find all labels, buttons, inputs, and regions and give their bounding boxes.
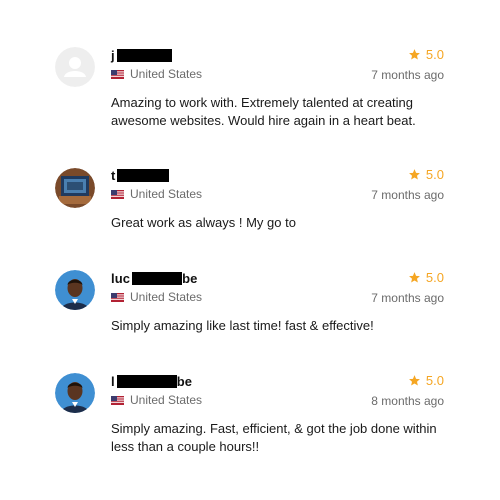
country-label: United States [130,67,203,81]
star-icon [409,271,420,282]
review-text: Amazing to work with. Extremely talented… [111,95,416,128]
name-redaction [132,271,183,285]
rating-value: 5.0 [425,166,444,182]
avatar[interactable] [55,270,95,310]
name-redaction [117,168,170,182]
reviewer-name-suffix: be [176,373,193,389]
rating: 5.0 [408,46,444,62]
reviewer-name[interactable]: j [111,47,172,63]
review-text: Simply amazing. Fast, efficient, & got t… [111,421,437,454]
us-flag-icon [111,189,124,199]
reviewer-name-text: l [111,373,115,389]
review-text: Great work as always ! My go to [111,215,296,230]
review-time: 7 months ago [371,68,444,82]
country-label: United States [130,187,203,201]
avatar[interactable] [55,168,95,208]
reviewer-name[interactable]: t [111,167,170,183]
us-flag-icon [111,292,124,302]
rating: 5.0 [408,166,444,182]
reviewer-name-text: luc [111,270,131,286]
star-icon [409,168,420,179]
star-icon [409,374,420,385]
reviewer-name[interactable]: l be [111,373,192,389]
reviewer-name[interactable]: luc be [111,270,197,286]
reviewer-country: United States [111,393,202,407]
review-time: 7 months ago [371,291,444,305]
country-label: United States [130,393,203,407]
name-redaction [116,48,172,62]
us-flag-icon [111,395,124,405]
avatar[interactable] [55,373,95,413]
rating: 5.0 [408,372,444,388]
reviewer-name-text: j [111,47,115,63]
rating-value: 5.0 [425,269,444,285]
reviewer-country: United States [111,67,202,81]
reviewer-country: United States [111,290,202,304]
rating: 5.0 [408,269,444,285]
us-flag-icon [111,69,124,79]
rating-value: 5.0 [425,46,444,62]
country-label: United States [130,290,203,304]
review-text: Simply amazing like last time! fast & ef… [111,318,374,333]
reviewer-name-text: t [111,167,116,183]
rating-value: 5.0 [425,372,444,388]
review-time: 8 months ago [371,394,444,408]
default-avatar-icon[interactable] [55,47,95,87]
star-icon [409,48,420,59]
review-time: 7 months ago [371,188,444,202]
name-redaction [116,374,177,388]
reviewer-name-suffix: be [182,270,198,286]
reviewer-country: United States [111,187,202,201]
